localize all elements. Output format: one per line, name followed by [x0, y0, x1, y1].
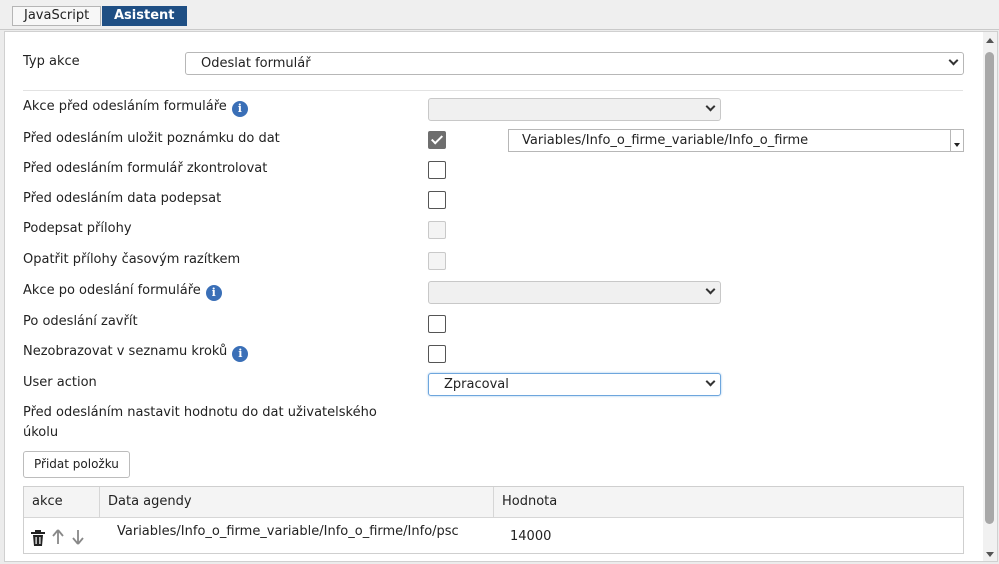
ulozit-poznamku-label: Před odesláním uložit poznámku do dat: [23, 131, 280, 146]
akce-po-label-text: Akce po odeslání formuláře: [23, 283, 201, 298]
scroll-down-icon[interactable]: [986, 552, 994, 557]
typ-akce-select[interactable]: Odeslat formulář: [185, 52, 964, 75]
akce-pred-select[interactable]: [428, 98, 721, 121]
akce-po-label: Akce po odeslání formuláře i: [23, 283, 222, 301]
typ-akce-label: Typ akce: [23, 54, 80, 69]
trash-icon[interactable]: [31, 530, 45, 546]
tab-javascript[interactable]: JavaScript: [12, 6, 102, 26]
scrollbar-thumb[interactable]: [985, 52, 994, 524]
data-grid: akce Data agendy Hodnota Variables/Info_…: [23, 486, 964, 554]
nezobrazovat-checkbox[interactable]: [428, 345, 446, 363]
check-icon: [430, 132, 444, 145]
assistant-panel: Typ akce Odeslat formulář Akce před odes…: [4, 31, 998, 562]
nezobrazovat-label-text: Nezobrazovat v seznamu kroků: [23, 344, 228, 359]
info-icon[interactable]: i: [205, 285, 222, 301]
scroll-up-icon[interactable]: [986, 38, 994, 43]
vertical-scrollbar[interactable]: [983, 32, 997, 561]
grid-header-akce[interactable]: akce: [24, 487, 63, 518]
razitko-label: Opatřit přílohy časovým razítkem: [23, 252, 241, 267]
user-action-select[interactable]: Zpracoval: [428, 373, 721, 396]
data-agendy-cell[interactable]: Variables/Info_o_firme_variable/Info_o_f…: [117, 524, 459, 539]
add-item-button[interactable]: Přidat položku: [23, 451, 130, 478]
user-action-value: Zpracoval: [444, 377, 509, 392]
chevron-down-icon: [948, 55, 959, 66]
poznamka-path-value: Variables/Info_o_firme_variable/Info_o_f…: [522, 133, 809, 148]
user-action-label: User action: [23, 375, 97, 390]
grid-header-hodnota[interactable]: Hodnota: [494, 487, 557, 518]
grid-header: akce Data agendy Hodnota: [24, 487, 963, 518]
akce-pred-label-text: Akce před odesláním formuláře: [23, 99, 227, 114]
poznamka-path-combobox[interactable]: Variables/Info_o_firme_variable/Info_o_f…: [508, 129, 964, 152]
chevron-down-icon: [705, 284, 716, 295]
podepsat-data-checkbox[interactable]: [428, 191, 446, 209]
caret-down-icon: [954, 143, 960, 147]
nastavit-hodnotu-label: Před odesláním nastavit hodnotu do dat u…: [23, 405, 377, 440]
podepsat-prilohy-checkbox: [428, 221, 446, 239]
razitko-checkbox: [428, 252, 446, 270]
podepsat-prilohy-label: Podepsat přílohy: [23, 221, 132, 236]
arrow-up-icon[interactable]: [52, 529, 64, 545]
arrow-down-icon[interactable]: [72, 529, 84, 545]
ulozit-poznamku-checkbox[interactable]: [428, 131, 446, 149]
divider: [23, 90, 963, 91]
podepsat-data-label: Před odesláním data podepsat: [23, 191, 222, 206]
grid-header-data-agendy[interactable]: Data agendy: [100, 487, 192, 518]
info-icon[interactable]: i: [232, 346, 249, 362]
zavrit-checkbox[interactable]: [428, 315, 446, 333]
zavrit-label: Po odeslání zavřít: [23, 314, 138, 329]
hodnota-cell[interactable]: 14000: [510, 529, 551, 544]
akce-po-select[interactable]: [428, 281, 721, 304]
zkontrolovat-label: Před odesláním formulář zkontrolovat: [23, 161, 268, 176]
combobox-dropdown-button[interactable]: [950, 129, 964, 152]
tab-bar: JavaScript Asistent: [0, 0, 999, 30]
nezobrazovat-label: Nezobrazovat v seznamu kroků i: [23, 344, 249, 362]
zkontrolovat-checkbox[interactable]: [428, 161, 446, 179]
tab-asistent[interactable]: Asistent: [102, 6, 187, 26]
chevron-down-icon: [705, 376, 716, 387]
info-icon[interactable]: i: [231, 101, 248, 117]
typ-akce-value: Odeslat formulář: [201, 56, 311, 71]
akce-pred-label: Akce před odesláním formuláře i: [23, 99, 248, 117]
chevron-down-icon: [705, 101, 716, 112]
